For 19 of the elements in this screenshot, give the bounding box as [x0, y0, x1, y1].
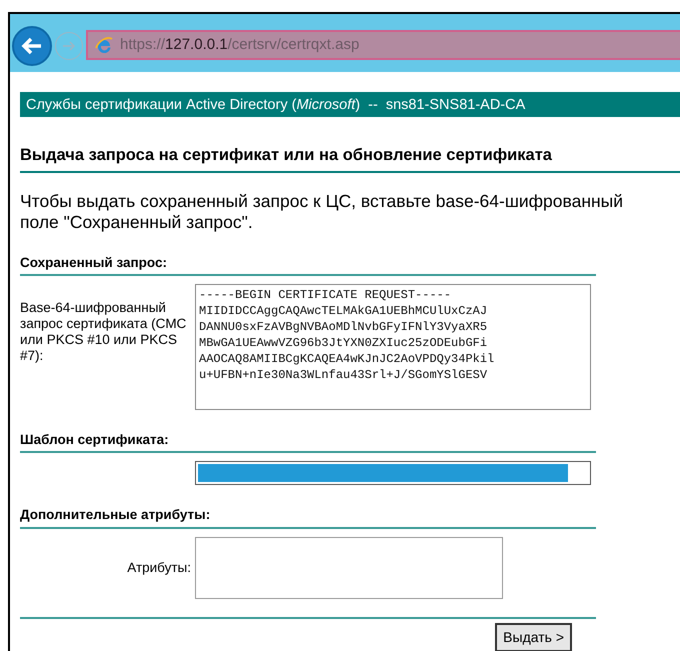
browser-logo-icon: [94, 35, 114, 55]
address-bar[interactable]: https://127.0.0.1/certsrv/certrqxt.asp: [86, 30, 680, 60]
back-button[interactable]: [12, 26, 52, 66]
section-title: Дополнительные атрибуты:: [20, 505, 596, 528]
section-title: Сохраненный запрос:: [20, 252, 596, 276]
url-text: https://127.0.0.1/certsrv/certrqxt.asp: [120, 34, 360, 55]
forward-arrow-icon: [62, 40, 76, 52]
intro-text: Чтобы выдать сохраненный запрос к ЦС, вставьте base-64-шифрованный: [20, 190, 624, 212]
banner-title: Службы сертификации Active Directory (Microsoft) -- sns81-SNS81-AD-CA: [20, 92, 680, 117]
intro-text: поле "Сохраненный запрос".: [20, 212, 254, 233]
request-field[interactable]: -----BEGIN CERTIFICATE REQUEST----- MIIDIDCCAggCAQAwcTELMAkGA1UEBhMCUlUxCzAJ DANNU0sxFzAVBgNVBAoMDlNvbGFyIFNlY3VyaXR5 MBwGA1UEAwwVZG96b3JtYXN0ZXIuc25zODEubGFi AAOCAQ8AMIIBCgKCAQEA4wKJnJC2AoVPDQy34Pkil u+UFBN+nIe30Na3WLnfau43Srl+J/SGomYSlGESV: [195, 284, 591, 410]
field-label: Base-64-шифрованный запрос сертификата (CMC или PKCS #10 или PKCS #7):: [20, 299, 188, 365]
back-arrow-icon: [21, 36, 43, 56]
section-title: Шаблон сертификата:: [20, 430, 596, 454]
attributes-field[interactable]: [195, 536, 503, 598]
field-label: Атрибуты:: [126, 560, 192, 576]
template-dropdown[interactable]: [195, 461, 591, 486]
page-heading: Выдача запроса на сертификат или на обновление сертификата: [20, 143, 680, 173]
submit-button[interactable]: Выдать >: [495, 622, 572, 651]
